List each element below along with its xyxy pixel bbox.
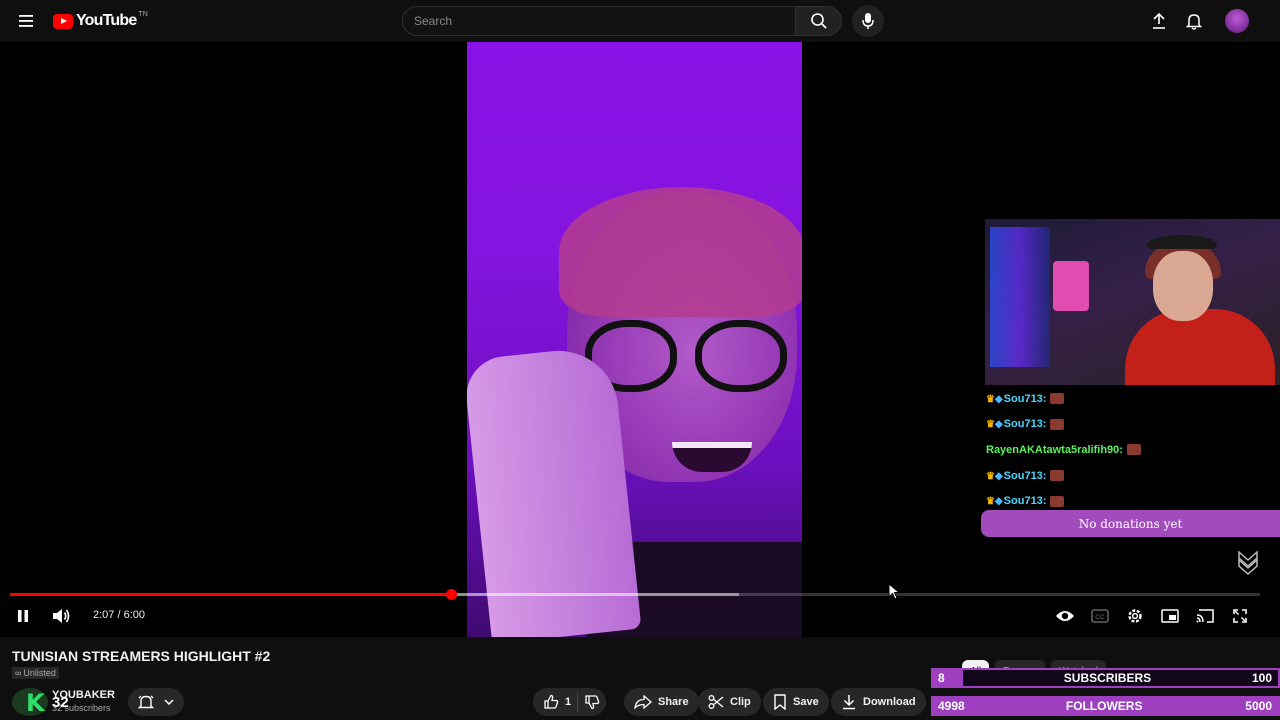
webcam-overlay — [985, 219, 1280, 385]
fullscreen-button[interactable] — [1228, 604, 1252, 628]
masthead: YouTube TN Search — [0, 0, 1280, 42]
clip-label: Clip — [730, 696, 751, 708]
save-label: Save — [793, 696, 819, 708]
search-button[interactable] — [795, 6, 842, 36]
thumbs-down-icon — [585, 695, 600, 710]
chat-emote-icon — [1050, 418, 1065, 430]
visibility-label: Unlisted — [23, 668, 56, 678]
overlay-logo-letter: K — [26, 689, 45, 717]
chat-username: Sou713: — [1003, 392, 1047, 405]
closed-captions-icon: CC — [1091, 609, 1109, 623]
share-icon — [634, 695, 652, 709]
youtube-play-icon — [53, 13, 73, 29]
upload-icon — [1153, 12, 1165, 29]
pause-icon — [18, 610, 28, 622]
download-label: Download — [863, 696, 916, 708]
search-input[interactable]: Search — [402, 6, 796, 36]
upload-button[interactable] — [1148, 10, 1170, 32]
bell-icon — [1186, 14, 1202, 30]
stream-chat-overlay: ♛◆ Sou713: ♛◆ Sou713: RayenAKAtawta5ralifih9… — [986, 386, 1276, 514]
subscribers-current: 8 — [938, 671, 945, 685]
cast-button[interactable] — [1193, 604, 1217, 628]
overlay-number: 32 — [52, 694, 69, 711]
chat-message: RayenAKAtawta5ralifih90: — [986, 437, 1276, 463]
logo-text: YouTube — [76, 12, 137, 29]
youtube-logo[interactable]: YouTube TN — [53, 11, 148, 31]
miniplayer-button[interactable] — [1158, 604, 1182, 628]
chat-badges-icon: ♛◆ — [986, 419, 1003, 431]
followers-goal-bar: 4998 FOLLOWERS 5000 — [931, 696, 1280, 716]
subscription-notification-button[interactable] — [128, 688, 184, 716]
followers-current: 4998 — [938, 699, 965, 713]
bookmark-icon — [774, 694, 786, 710]
chat-emote-icon — [1126, 444, 1141, 456]
subscribers-target: 100 — [1251, 671, 1272, 685]
chat-message: ♛◆ Sou713: — [986, 412, 1276, 438]
download-button[interactable]: Download — [831, 688, 926, 716]
dislike-button[interactable] — [584, 694, 600, 710]
share-button[interactable]: Share — [624, 688, 699, 716]
notifications-button[interactable] — [1183, 10, 1205, 32]
mute-button[interactable] — [49, 604, 73, 628]
followers-label: FOLLOWERS — [1065, 699, 1143, 713]
account-avatar[interactable] — [1225, 9, 1249, 33]
chat-badges-icon: ♛◆ — [986, 470, 1003, 482]
chat-username: Sou713: — [1003, 469, 1047, 482]
scissors-icon — [708, 695, 724, 709]
like-button[interactable]: 1 — [543, 694, 571, 710]
pause-button[interactable] — [11, 604, 35, 628]
chat-emote-icon — [1050, 495, 1065, 507]
chat-username: RayenAKAtawta5ralifih90: — [986, 443, 1123, 456]
gear-icon — [1128, 609, 1142, 623]
eye-icon — [1056, 611, 1074, 621]
fullscreen-icon — [1233, 609, 1247, 623]
like-dislike-group: 1 — [533, 688, 607, 716]
bell-icon — [138, 695, 154, 709]
chat-message: ♛◆ Sou713: — [986, 386, 1276, 412]
volume-icon — [53, 609, 70, 623]
time-display: 2:07 / 6:00 — [93, 609, 145, 621]
share-label: Share — [658, 696, 689, 708]
chat-badges-icon: ♛◆ — [986, 393, 1003, 405]
divider — [577, 692, 579, 712]
video-title: TUNISIAN STREAMERS HIGHLIGHT #2 — [12, 648, 271, 664]
progress-played — [10, 593, 452, 596]
chat-badges-icon: ♛◆ — [986, 496, 1003, 508]
settings-button[interactable] — [1123, 604, 1147, 628]
cast-icon — [1196, 609, 1214, 623]
subtitles-button[interactable]: CC — [1088, 604, 1112, 628]
progress-bar[interactable] — [10, 589, 1260, 600]
menu-icon[interactable] — [14, 10, 38, 32]
video-frame — [467, 42, 802, 637]
mouse-cursor-icon — [888, 583, 900, 600]
miniplayer-icon — [1161, 609, 1179, 623]
svg-text:CC: CC — [1095, 614, 1105, 621]
chat-username: Sou713: — [1003, 495, 1047, 508]
thumbs-up-icon — [544, 694, 559, 709]
chat-username: Sou713: — [1003, 418, 1047, 431]
ambient-mode-button[interactable] — [1053, 604, 1077, 628]
donations-banner: No donations yet — [981, 510, 1280, 537]
chat-emote-icon — [1050, 393, 1065, 405]
video-player[interactable]: ♛◆ Sou713: ♛◆ Sou713: RayenAKAtawta5ralifih9… — [0, 42, 1280, 637]
chevron-down-icon — [164, 699, 174, 705]
microphone-icon — [862, 13, 874, 29]
voice-search-button[interactable] — [852, 5, 884, 37]
download-icon — [843, 695, 855, 710]
search-icon — [810, 13, 827, 29]
save-button[interactable]: Save — [763, 688, 829, 716]
like-count: 1 — [565, 696, 572, 708]
clip-button[interactable]: Clip — [698, 688, 761, 716]
link-icon: ∞ — [15, 668, 22, 678]
chat-emote-icon — [1050, 470, 1065, 482]
subscribers-goal-bar: 8 SUBSCRIBERS 100 — [931, 668, 1280, 688]
chat-message: ♛◆ Sou713: — [986, 463, 1276, 489]
subscribers-label: SUBSCRIBERS — [1063, 671, 1152, 685]
logo-country-code: TN — [138, 10, 148, 18]
followers-target: 5000 — [1245, 699, 1272, 713]
channel-watermark-icon[interactable] — [1236, 548, 1260, 578]
visibility-badge: ∞ Unlisted — [12, 667, 59, 679]
scrubber-handle[interactable] — [446, 589, 458, 600]
